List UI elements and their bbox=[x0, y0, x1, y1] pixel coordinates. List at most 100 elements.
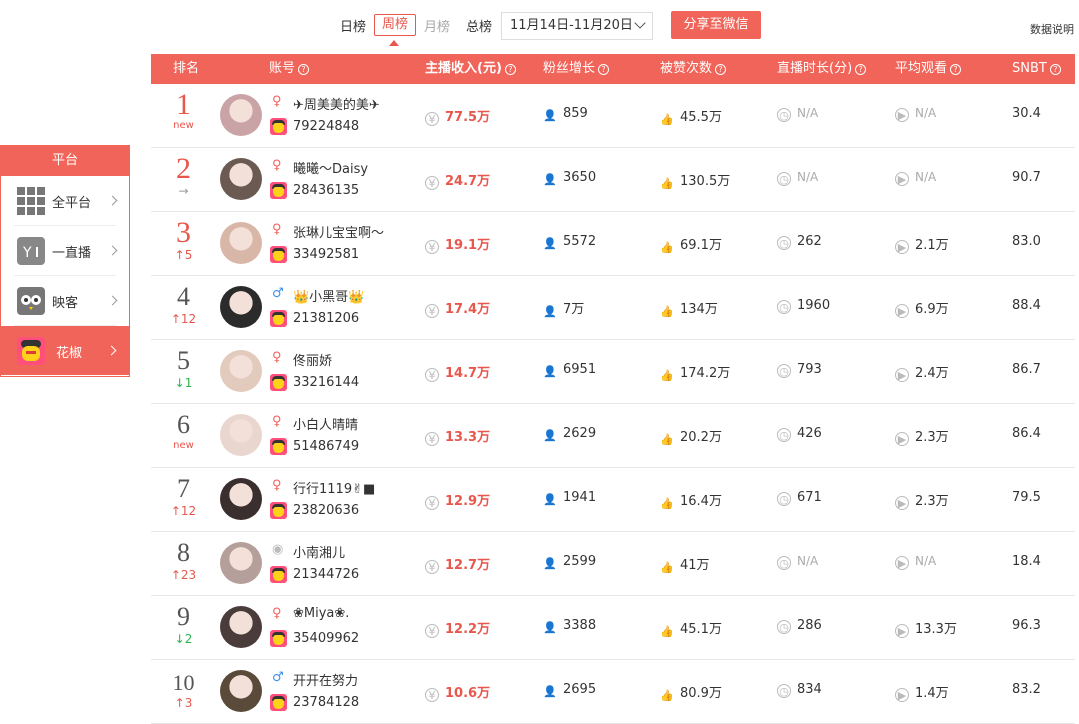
anchor-name[interactable]: 开开在努力 bbox=[293, 670, 358, 689]
fans-value: 2629 bbox=[563, 426, 597, 441]
duration-value: 1960 bbox=[797, 298, 831, 313]
help-icon[interactable]: ? bbox=[598, 64, 610, 75]
thumbs-up-icon: 👍 bbox=[660, 497, 674, 510]
snbt-value: 86.4 bbox=[1012, 426, 1041, 441]
table-row[interactable]: 9 ↓2 ♀ ❀Miya❀. 35409962 ¥12.2万 👤 3388 👍 45… bbox=[151, 596, 1075, 660]
col-fans[interactable]: 粉丝增长? bbox=[543, 54, 610, 84]
tab-weekly[interactable]: 周榜 bbox=[374, 14, 416, 36]
platform-item-huajiao[interactable]: 花椒 bbox=[1, 326, 129, 375]
rank-number: 1 bbox=[176, 88, 191, 121]
user-add-icon: 👤 bbox=[543, 109, 557, 122]
platform-item-label: 全平台 bbox=[52, 196, 92, 211]
avg-view-cell: ▶ 6.9万 bbox=[895, 298, 949, 318]
clock-icon: ◷ bbox=[777, 492, 791, 506]
table-row[interactable]: 2 → ♀ 曦曦～Daisy 28436135 ¥24.7万 👤 3650 👍 13… bbox=[151, 148, 1075, 212]
avatar[interactable] bbox=[220, 670, 262, 712]
col-avg-view[interactable]: 平均观看? bbox=[895, 54, 962, 84]
anchor-name[interactable]: 张琳儿宝宝啊～ bbox=[293, 222, 384, 241]
duration-value: N/A bbox=[797, 106, 819, 120]
user-add-icon: 👤 bbox=[543, 621, 557, 634]
platform-item-yizhibo[interactable]: Y 一直播 bbox=[14, 226, 118, 276]
col-rank: 排名 bbox=[173, 61, 200, 76]
platform-item-all[interactable]: 全平台 bbox=[14, 176, 118, 226]
share-wechat-button[interactable]: 分享至微信 bbox=[671, 11, 761, 39]
help-icon[interactable]: ? bbox=[298, 64, 310, 75]
fans-cell: 👤 3388 bbox=[543, 618, 596, 635]
tab-total[interactable]: 总榜 bbox=[466, 16, 492, 35]
table-row[interactable]: 4 ↑12 ♂ 👑小黑哥👑 21381206 ¥17.4万 👤 7万 👍 134万 … bbox=[151, 276, 1075, 340]
avg-view-value: N/A bbox=[915, 106, 937, 120]
data-note-link[interactable]: 数据说明 bbox=[1030, 21, 1074, 37]
snbt-value: 79.5 bbox=[1012, 490, 1041, 505]
date-range-select[interactable]: 11月14日-11月20日 bbox=[501, 12, 653, 40]
snbt-value: 88.4 bbox=[1012, 298, 1041, 313]
anchor-name[interactable]: ✈周美美的美✈ bbox=[293, 94, 380, 113]
play-icon: ▶ bbox=[895, 304, 909, 318]
duration-value: 286 bbox=[797, 618, 822, 633]
rank-change: ↓2 bbox=[174, 632, 193, 646]
thumbs-up-icon: 👍 bbox=[660, 433, 674, 446]
income-cell: ¥77.5万 bbox=[425, 106, 490, 126]
avatar[interactable] bbox=[220, 542, 262, 584]
likes-value: 134万 bbox=[680, 302, 718, 317]
help-icon[interactable]: ? bbox=[855, 64, 867, 75]
tab-daily[interactable]: 日榜 bbox=[340, 16, 366, 35]
platform-item-yingke[interactable]: 映客 bbox=[14, 276, 118, 326]
fans-value: 7万 bbox=[563, 302, 585, 317]
help-icon[interactable]: ? bbox=[715, 64, 727, 75]
help-icon[interactable]: ? bbox=[1049, 64, 1061, 75]
fans-value: 6951 bbox=[563, 362, 597, 377]
avatar[interactable] bbox=[220, 158, 262, 200]
avatar[interactable] bbox=[220, 286, 262, 328]
yen-icon: ¥ bbox=[425, 688, 439, 702]
table-row[interactable]: 6 new ♀ 小白人晴晴 51486749 ¥13.3万 👤 2629 👍 20.… bbox=[151, 404, 1075, 468]
anchor-id: 21344726 bbox=[293, 567, 360, 582]
income-cell: ¥12.2万 bbox=[425, 618, 490, 638]
rank-change: ↑5 bbox=[174, 248, 193, 262]
anchor-name[interactable]: ❀Miya❀. bbox=[293, 606, 349, 621]
clock-icon: ◷ bbox=[777, 556, 791, 570]
avg-view-cell: ▶ 2.3万 bbox=[895, 426, 949, 446]
fans-value: 2599 bbox=[563, 554, 597, 569]
table-row[interactable]: 1 new ♀ ✈周美美的美✈ 79224848 ¥77.5万 👤 859 👍 45… bbox=[151, 84, 1075, 148]
user-add-icon: 👤 bbox=[543, 429, 557, 442]
income-cell: ¥19.1万 bbox=[425, 234, 490, 254]
table-row[interactable]: 10 ↑3 ♂ 开开在努力 23784128 ¥10.6万 👤 2695 👍 80.… bbox=[151, 660, 1075, 724]
avatar[interactable] bbox=[220, 606, 262, 648]
duration-cell: ◷ 834 bbox=[777, 682, 822, 698]
huajiao-icon bbox=[270, 118, 287, 135]
col-duration[interactable]: 直播时长(分)? bbox=[777, 54, 867, 84]
anchor-name[interactable]: 佟丽娇 bbox=[293, 350, 332, 369]
huajiao-icon bbox=[270, 246, 287, 263]
avatar[interactable] bbox=[220, 414, 262, 456]
likes-value: 45.5万 bbox=[680, 110, 722, 125]
snbt-value: 83.0 bbox=[1012, 234, 1041, 249]
play-icon: ▶ bbox=[895, 108, 909, 122]
user-add-icon: 👤 bbox=[543, 493, 557, 506]
anchor-id: 35409962 bbox=[293, 631, 360, 646]
anchor-name[interactable]: 小南湘儿 bbox=[293, 542, 345, 561]
col-snbt[interactable]: SNBT? bbox=[1012, 54, 1061, 84]
col-income[interactable]: 主播收入(元)? bbox=[425, 54, 516, 84]
table-row[interactable]: 8 ↑23 ◉ 小南湘儿 21344726 ¥12.7万 👤 2599 👍 41万 … bbox=[151, 532, 1075, 596]
tab-monthly[interactable]: 月榜 bbox=[424, 16, 450, 35]
table-row[interactable]: 3 ↑5 ♀ 张琳儿宝宝啊～ 33492581 ¥19.1万 👤 5572 👍 69… bbox=[151, 212, 1075, 276]
snbt-value: 96.3 bbox=[1012, 618, 1041, 633]
help-icon[interactable]: ? bbox=[950, 64, 962, 75]
table-row[interactable]: 5 ↓1 ♀ 佟丽娇 33216144 ¥14.7万 👤 6951 👍 174.2万… bbox=[151, 340, 1075, 404]
platform-item-label: 映客 bbox=[52, 296, 79, 311]
anchor-name[interactable]: 小白人晴晴 bbox=[293, 414, 358, 433]
help-icon[interactable]: ? bbox=[504, 64, 516, 75]
avatar[interactable] bbox=[220, 222, 262, 264]
anchor-name[interactable]: 曦曦～Daisy bbox=[293, 158, 368, 177]
avatar[interactable] bbox=[220, 350, 262, 392]
yen-icon: ¥ bbox=[425, 112, 439, 126]
col-likes[interactable]: 被赞次数? bbox=[660, 54, 727, 84]
avatar[interactable] bbox=[220, 94, 262, 136]
avatar[interactable] bbox=[220, 478, 262, 520]
anchor-name[interactable]: 👑小黑哥👑 bbox=[293, 286, 364, 305]
thumbs-up-icon: 👍 bbox=[660, 625, 674, 638]
rank-number: 8 bbox=[177, 538, 190, 567]
table-row[interactable]: 7 ↑12 ♀ 行行1119✌■ 23820636 ¥12.9万 👤 1941 👍… bbox=[151, 468, 1075, 532]
anchor-name[interactable]: 行行1119✌■ bbox=[293, 478, 375, 497]
